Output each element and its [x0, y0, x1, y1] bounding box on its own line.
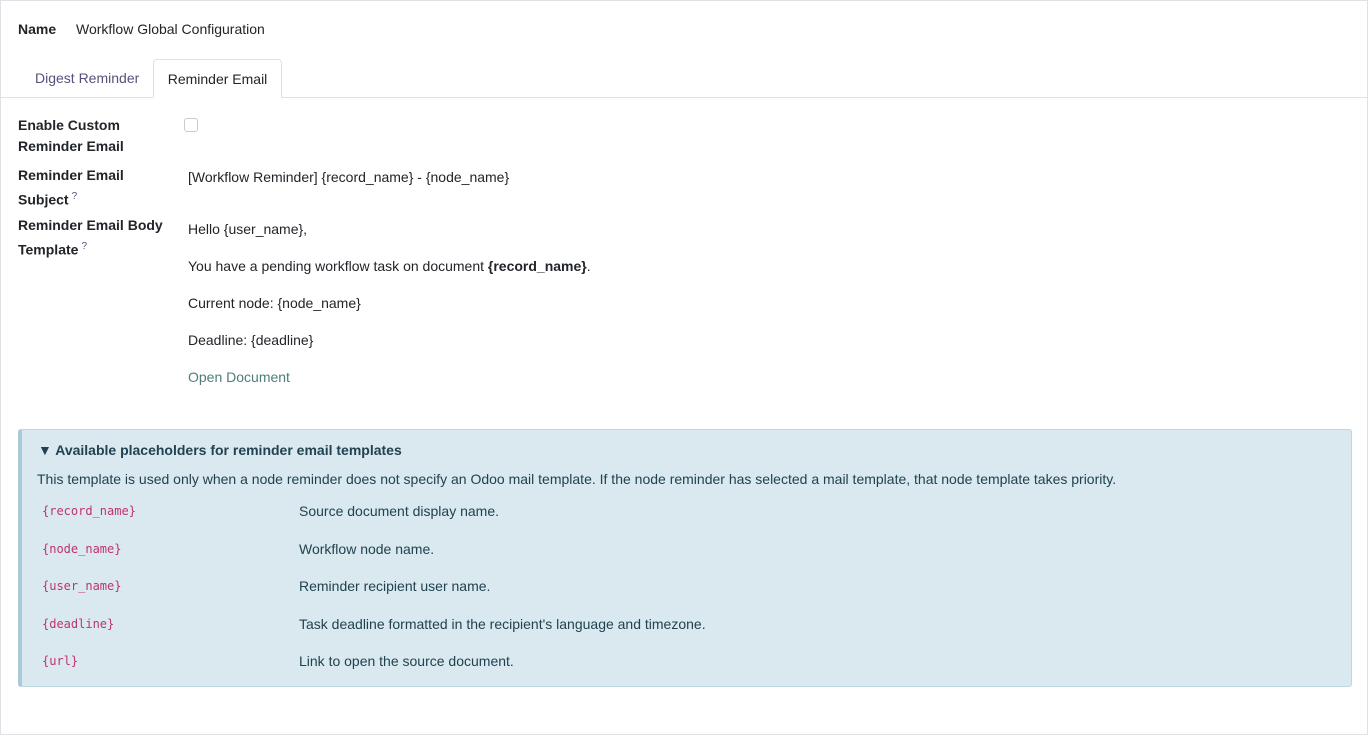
name-value[interactable]: Workflow Global Configuration	[76, 21, 265, 37]
placeholder-row: {node_name} Workflow node name.	[42, 539, 1332, 559]
placeholder-row: {deadline} Task deadline formatted in th…	[42, 614, 1332, 634]
placeholder-desc: Source document display name.	[299, 503, 499, 519]
name-row: Name Workflow Global Configuration	[18, 21, 265, 37]
placeholder-row: {url} Link to open the source document.	[42, 651, 1332, 671]
placeholder-code: {record_name}	[42, 504, 136, 518]
enable-custom-reminder-label: Enable Custom Reminder Email	[18, 117, 124, 154]
placeholder-desc: Reminder recipient user name.	[299, 578, 491, 594]
tab-reminder-email[interactable]: Reminder Email	[153, 59, 282, 98]
form-sheet: Name Workflow Global Configuration Diges…	[0, 0, 1368, 735]
reminder-subject-label: Reminder Email Subject?	[18, 167, 124, 208]
placeholder-code: {deadline}	[42, 617, 115, 631]
placeholder-row: {user_name} Reminder recipient user name…	[42, 576, 1332, 596]
placeholder-code: {user_name}	[42, 579, 122, 593]
body-greeting: Hello {user_name},	[188, 221, 308, 237]
placeholder-desc: Workflow node name.	[299, 541, 435, 557]
placeholder-desc: Link to open the source document.	[299, 653, 514, 669]
body-task-line: You have a pending workflow task on docu…	[188, 258, 591, 274]
body-record-name: {record_name}	[487, 258, 587, 274]
subject-help-icon[interactable]: ?	[72, 191, 78, 202]
reminder-subject-input[interactable]: [Workflow Reminder] {record_name} - {nod…	[188, 167, 509, 187]
placeholder-code: {url}	[42, 654, 79, 668]
placeholders-info-box: ▼ Available placeholders for reminder em…	[18, 429, 1352, 687]
body-node-line: Current node: {node_name}	[188, 295, 361, 311]
placeholder-desc: Task deadline formatted in the recipient…	[299, 616, 706, 632]
tab-digest-reminder[interactable]: Digest Reminder	[18, 59, 156, 98]
body-help-icon[interactable]: ?	[81, 241, 87, 252]
reminder-body-label: Reminder Email Body Template?	[18, 217, 163, 258]
open-document-link[interactable]: Open Document	[188, 367, 290, 387]
placeholder-code: {node_name}	[42, 542, 122, 556]
body-deadline-line: Deadline: {deadline}	[188, 332, 314, 348]
name-label: Name	[18, 21, 57, 37]
notebook-tabs: Digest Reminder Reminder Email	[1, 59, 1367, 98]
placeholders-summary-toggle[interactable]: ▼ Available placeholders for reminder em…	[38, 440, 402, 460]
placeholder-row: {record_name} Source document display na…	[42, 501, 1332, 521]
enable-custom-reminder-checkbox[interactable]	[184, 118, 198, 132]
placeholders-description: This template is used only when a node r…	[37, 471, 1117, 487]
